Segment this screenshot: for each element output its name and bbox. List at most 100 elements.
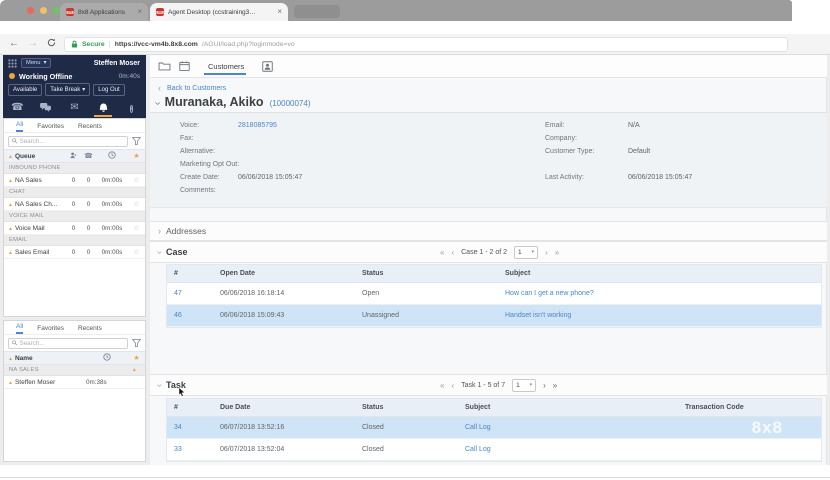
new-tab-area[interactable]: [294, 5, 340, 18]
caret-down-icon: ▾: [531, 249, 535, 255]
case-row-46[interactable]: 46 06/06/2018 15:09:43 Unassigned Handse…: [167, 305, 821, 327]
email-tab-icon[interactable]: ✉: [64, 102, 84, 113]
tab-customers[interactable]: Customers: [204, 58, 246, 75]
collapse-chevron-icon[interactable]: ›: [155, 251, 165, 254]
first-page-icon[interactable]: «: [440, 248, 444, 257]
task-id-link[interactable]: 34: [167, 424, 220, 431]
calendar-tab-icon[interactable]: [179, 61, 190, 71]
menu-button[interactable]: Menu ▾: [21, 58, 52, 68]
reload-icon[interactable]: [47, 38, 56, 50]
minimize-window-button[interactable]: [40, 7, 47, 14]
browser-tab-8x8-applications[interactable]: 8x8 8x8 Applications ×: [60, 3, 148, 21]
favorite-star-icon[interactable]: ☆: [128, 224, 145, 232]
last-page-icon[interactable]: »: [553, 381, 557, 390]
queue-row-sales-email[interactable]: ▲ Sales Email 0 0 0m:00s ☆: [4, 246, 145, 259]
last-page-icon[interactable]: »: [555, 248, 559, 257]
filter-icon[interactable]: [132, 339, 141, 347]
agent-row-steffen-moser[interactable]: ▲ Steffen Moser 0m:38s: [4, 376, 145, 389]
queue-row-voice-mail[interactable]: ▲ Voice Mail 0 0 0m:00s ☆: [4, 222, 145, 235]
prev-page-icon[interactable]: ‹: [451, 248, 454, 257]
queue-group: EMAIL: [4, 235, 145, 246]
field-label: Comments:: [180, 187, 216, 194]
favorite-column-icon: ★: [133, 153, 140, 160]
favorite-star-icon[interactable]: ☆: [128, 176, 145, 184]
queues-tab-all[interactable]: All: [16, 121, 24, 132]
chat-tab-icon[interactable]: [36, 103, 56, 112]
field-label: Alternative:: [180, 148, 216, 155]
notifications-tab-icon[interactable]: [93, 102, 113, 117]
first-page-icon[interactable]: «: [440, 381, 444, 390]
case-row-47[interactable]: 47 06/06/2018 16:18:14 Open How can I ge…: [167, 283, 821, 305]
sort-asc-icon[interactable]: ▲: [8, 356, 13, 362]
window-controls[interactable]: [27, 7, 60, 14]
queues-tab-recents[interactable]: Recents: [78, 123, 102, 132]
agents-tab-recents[interactable]: Recents: [78, 325, 102, 334]
field-label: Customer Type:: [545, 148, 595, 155]
queues-tab-favorites[interactable]: Favorites: [37, 123, 64, 132]
task-row-34[interactable]: 34 06/07/2018 13:52:16 Closed Call Log 8…: [167, 417, 821, 439]
case-section-header[interactable]: › Case « ‹ Case 1 - 2 of 2 1 ▾ › »: [150, 241, 827, 263]
case-id-link[interactable]: 47: [167, 290, 220, 297]
take-break-button[interactable]: Take Break ▾: [45, 83, 91, 96]
sidebar-header: Menu ▾ Steffen Moser Working Offline 0m:…: [3, 55, 146, 118]
task-table: # Due Date Status Subject Transaction Co…: [166, 398, 822, 462]
address-bar[interactable]: Secure | https://vcc-vm4b.8x8.com/AGUI/l…: [64, 36, 788, 52]
queue-search-box[interactable]: [8, 135, 128, 147]
field-label: Marketing Opt Out:: [180, 161, 240, 168]
task-table-header: # Due Date Status Subject Transaction Co…: [167, 399, 821, 417]
queue-group: VOICE MAIL: [4, 211, 145, 222]
agent-search-input[interactable]: [19, 339, 124, 347]
favorite-star-icon[interactable]: ☆: [128, 200, 145, 208]
case-subject-link[interactable]: How can I get a new phone?: [505, 290, 821, 297]
tab-close-icon[interactable]: ×: [137, 8, 142, 16]
info-tab-icon[interactable]: i: [122, 103, 142, 113]
zoom-window-button[interactable]: [53, 7, 60, 14]
tab-close-icon[interactable]: ×: [277, 8, 282, 16]
log-out-button[interactable]: Log Out: [93, 83, 125, 96]
prev-page-icon[interactable]: ‹: [451, 381, 454, 390]
task-section-header[interactable]: › Task « ‹ Task 1 - 5 of 7 1 ▾ › »: [150, 374, 827, 397]
voice-number-link[interactable]: 2818085795: [238, 119, 277, 132]
folder-tab-icon[interactable]: [158, 61, 171, 71]
case-id-link[interactable]: 46: [167, 312, 220, 319]
forward-icon[interactable]: →: [28, 39, 38, 49]
grid-menu-icon[interactable]: [8, 58, 17, 68]
task-page-select[interactable]: 1 ▾: [512, 378, 537, 392]
browser-tab-agent-desktop[interactable]: 8x8 Agent Desktop (ccstraining3… ×: [150, 3, 288, 21]
favorite-star-icon[interactable]: ☆: [128, 248, 145, 256]
case-pagination: « ‹ Case 1 - 2 of 2 1 ▾ › »: [440, 245, 559, 259]
back-to-customers-link[interactable]: ‹ Back to Customers: [158, 84, 226, 93]
close-window-button[interactable]: [27, 7, 34, 14]
collapse-chevron-icon[interactable]: ›: [155, 384, 165, 387]
task-subject-link[interactable]: Call Log: [465, 424, 685, 431]
next-page-icon[interactable]: ›: [543, 381, 546, 390]
sort-asc-icon[interactable]: ▲: [8, 154, 13, 160]
task-subject-link[interactable]: Call Log: [465, 446, 685, 453]
case-range: Case 1 - 2 of 2: [461, 248, 508, 256]
agents-tab-all[interactable]: All: [16, 323, 24, 334]
url-path: /AGUI/load.php?loginmode=vo: [201, 40, 295, 48]
expand-chevron-icon[interactable]: ›: [158, 226, 161, 236]
case-subject-link[interactable]: Handset isn't working: [505, 312, 821, 319]
secure-label: Secure: [82, 40, 105, 48]
next-page-icon[interactable]: ›: [545, 248, 548, 257]
filter-icon[interactable]: [132, 137, 141, 145]
case-page-select[interactable]: 1 ▾: [514, 245, 539, 259]
addresses-section-header[interactable]: › Addresses: [150, 221, 827, 241]
collapse-chevron-icon[interactable]: ›: [151, 102, 163, 106]
phone-tab-icon[interactable]: ☎: [7, 102, 27, 113]
customer-number[interactable]: (10000074): [270, 99, 311, 108]
task-id-link[interactable]: 33: [167, 446, 220, 453]
agents-tab-favorites[interactable]: Favorites: [37, 325, 64, 334]
back-icon[interactable]: ←: [9, 39, 19, 49]
agents-panel: All Favorites Recents ▲Name ★ NA SALES ▲: [3, 320, 146, 462]
available-button[interactable]: Available: [8, 83, 43, 96]
queue-row-na-sales[interactable]: ▲ NA Sales 0 0 0m:00s ☆: [4, 174, 145, 187]
task-row-33[interactable]: 33 06/07/2018 13:52:04 Closed Call Log: [167, 439, 821, 461]
queue-row-na-sales-chat[interactable]: ▲ NA Sales Ch... 0 0 0m:00s ☆: [4, 198, 145, 211]
queue-group: CHAT: [4, 187, 145, 198]
field-value: N/A: [628, 122, 640, 129]
queue-search-input[interactable]: [19, 137, 124, 145]
agent-search-box[interactable]: [8, 337, 128, 349]
contact-card-icon[interactable]: [262, 60, 273, 72]
